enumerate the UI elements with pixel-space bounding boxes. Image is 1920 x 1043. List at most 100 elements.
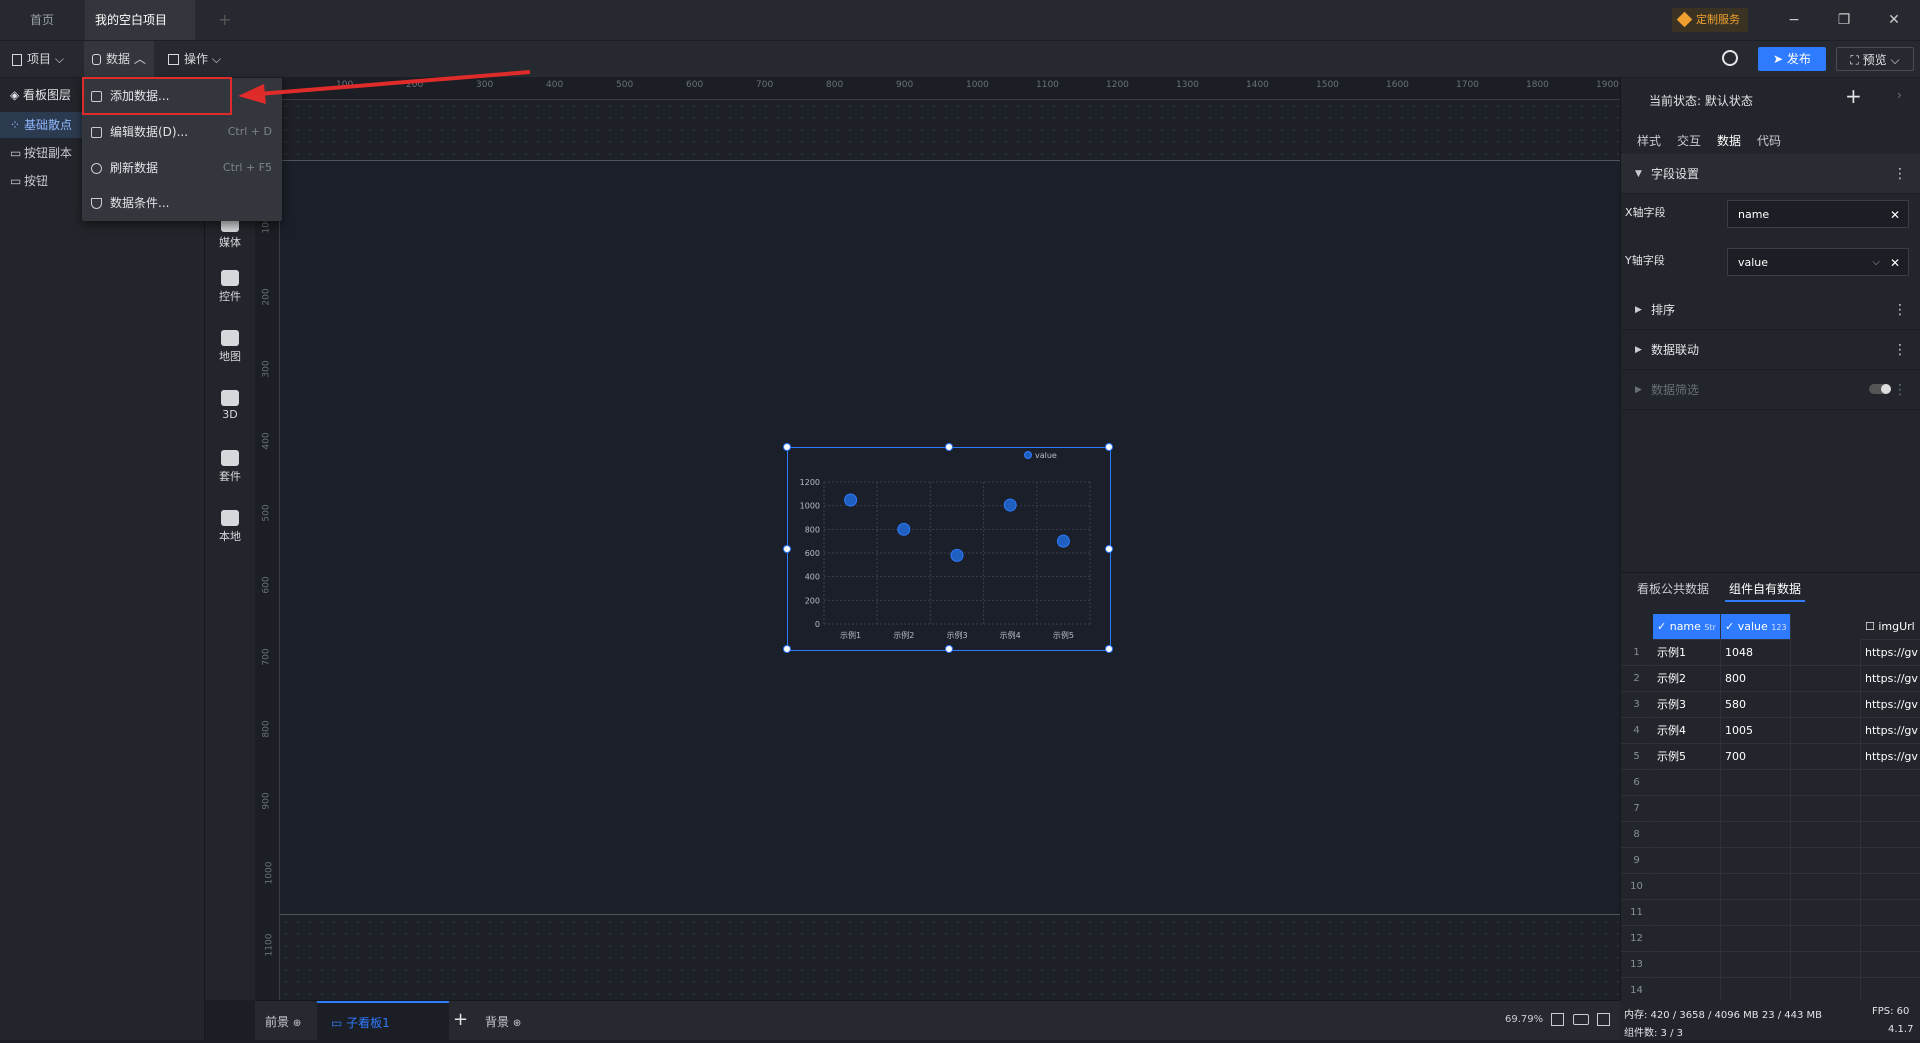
resize-handle[interactable] (783, 545, 791, 553)
resize-handle[interactable] (945, 645, 953, 653)
more-icon[interactable]: ⋮ (1893, 154, 1907, 194)
preview-button[interactable]: ⛶ 预览 ⌵ (1836, 47, 1914, 71)
grid-cell[interactable] (1721, 822, 1791, 848)
grid-cell[interactable]: https://gv (1861, 718, 1920, 744)
grid-cell[interactable] (1721, 926, 1791, 952)
add-circle-icon[interactable]: ⊕ (293, 1018, 301, 1029)
grid-cell[interactable]: 示例5 (1653, 744, 1721, 770)
grid-cell[interactable] (1791, 900, 1861, 926)
filter-section[interactable]: ▶ 数据筛选 ⋮ (1621, 370, 1920, 410)
grid-cell[interactable] (1791, 848, 1861, 874)
grid-cell[interactable]: https://gv (1861, 666, 1920, 692)
column-header-imgurl[interactable]: ☐ imgUrl (1861, 614, 1920, 640)
tab-home[interactable]: 首页 (20, 0, 64, 40)
grid-cell[interactable]: 1048 (1721, 640, 1791, 666)
custom-service-button[interactable]: 定制服务 (1672, 8, 1748, 32)
grid-cell[interactable]: 示例3 (1653, 692, 1721, 718)
grid-cell[interactable]: 示例1 (1653, 640, 1721, 666)
grid-cell[interactable] (1791, 796, 1861, 822)
chevron-right-icon[interactable]: › (1897, 88, 1902, 102)
clear-icon[interactable]: ✕ (1890, 249, 1900, 277)
resize-handle[interactable] (1105, 545, 1113, 553)
menu-data[interactable]: 数据 ︿ (84, 41, 154, 78)
background-tab[interactable]: 背景 ⊕ (485, 1013, 521, 1030)
add-state-button[interactable]: + (1845, 84, 1862, 108)
clear-icon[interactable]: ✕ (1890, 201, 1900, 229)
grid-cell[interactable] (1653, 926, 1721, 952)
grid-cell[interactable] (1721, 900, 1791, 926)
terminal-icon[interactable] (1597, 1013, 1610, 1026)
field-settings-section[interactable]: ▼ 字段设置 ⋮ (1621, 154, 1920, 194)
grid-cell[interactable] (1653, 952, 1721, 978)
resize-handle[interactable] (783, 645, 791, 653)
more-icon[interactable]: ⋮ (1893, 290, 1907, 330)
comp-kit[interactable]: 套件 (205, 450, 255, 484)
comp-control[interactable]: 控件 (205, 270, 255, 304)
grid-cell[interactable] (1721, 848, 1791, 874)
grid-cell[interactable] (1791, 952, 1861, 978)
close-button[interactable]: ✕ (1882, 8, 1906, 32)
grid-cell[interactable]: 580 (1721, 692, 1791, 718)
grid-cell[interactable] (1721, 770, 1791, 796)
grid-cell[interactable]: https://gv (1861, 640, 1920, 666)
column-header-name[interactable]: ✓ name Str (1653, 614, 1721, 640)
grid-cell[interactable] (1861, 900, 1920, 926)
grid-cell[interactable] (1861, 822, 1920, 848)
grid-cell[interactable]: 示例4 (1653, 718, 1721, 744)
grid-cell[interactable] (1791, 744, 1861, 770)
tab-style[interactable]: 样式 (1637, 126, 1661, 156)
grid-cell[interactable] (1653, 874, 1721, 900)
grid-cell[interactable]: 700 (1721, 744, 1791, 770)
tab-public-data[interactable]: 看板公共数据 (1637, 576, 1709, 602)
scatter-chart[interactable]: 0 200 400 600 800 1000 1200 示例1 示例2 示例3 示例4 示例5 valu… (783, 443, 1113, 653)
resize-handle[interactable] (945, 443, 953, 451)
grid-cell[interactable] (1861, 770, 1920, 796)
grid-cell[interactable] (1861, 848, 1920, 874)
comp-media[interactable]: 媒体 (205, 216, 255, 250)
add-tab-button[interactable]: + (208, 0, 241, 40)
grid-cell[interactable] (1791, 718, 1861, 744)
foreground-tab[interactable]: 前景 ⊕ (265, 1013, 301, 1030)
menu-edit-data[interactable]: 编辑数据(D)... Ctrl + D (82, 114, 282, 150)
grid-cell[interactable] (1653, 822, 1721, 848)
grid-cell[interactable]: 800 (1721, 666, 1791, 692)
filter-toggle[interactable] (1869, 384, 1891, 394)
resize-handle[interactable] (1105, 645, 1113, 653)
search-icon[interactable] (1722, 50, 1738, 66)
grid-cell[interactable] (1791, 770, 1861, 796)
grid-cell[interactable]: https://gv (1861, 692, 1920, 718)
grid-cell[interactable] (1721, 796, 1791, 822)
restore-button[interactable]: ❐ (1832, 8, 1856, 32)
tab-own-data[interactable]: 组件自有数据 (1725, 576, 1806, 602)
grid-cell[interactable] (1791, 822, 1861, 848)
resize-handle[interactable] (1105, 443, 1113, 451)
tab-code[interactable]: 代码 (1757, 126, 1781, 156)
grid-cell[interactable]: https://gv (1861, 744, 1920, 770)
add-board-button[interactable]: + (453, 1009, 468, 1030)
menu-operate[interactable]: 操作 ⌵ (168, 41, 221, 78)
grid-cell[interactable] (1861, 952, 1920, 978)
grid-cell[interactable] (1721, 952, 1791, 978)
grid-cell[interactable] (1791, 926, 1861, 952)
menu-project[interactable]: 项目 ⌵ (12, 41, 70, 78)
grid-cell[interactable]: 示例2 (1653, 666, 1721, 692)
tab-interaction[interactable]: 交互 (1677, 126, 1701, 156)
tab-project[interactable]: 我的空白项目 (85, 0, 195, 65)
zoom-level[interactable]: 69.79% (1505, 1014, 1543, 1025)
chevron-down-icon[interactable]: ⌵ (1872, 249, 1880, 277)
add-circle-icon[interactable]: ⊕ (513, 1018, 521, 1029)
sort-section[interactable]: ▶ 排序 ⋮ (1621, 290, 1920, 330)
grid-cell[interactable] (1861, 796, 1920, 822)
grid-cell[interactable] (1861, 926, 1920, 952)
grid-cell[interactable] (1791, 666, 1861, 692)
linkage-section[interactable]: ▶ 数据联动 ⋮ (1621, 330, 1920, 370)
grid-cell[interactable] (1653, 770, 1721, 796)
grid-cell[interactable] (1721, 874, 1791, 900)
publish-button[interactable]: ➤ 发布 (1758, 47, 1826, 71)
grid-cell[interactable] (1861, 874, 1920, 900)
column-header-value[interactable]: ✓ value 123 (1721, 614, 1791, 640)
more-icon[interactable]: ⋮ (1893, 370, 1907, 410)
x-field-input[interactable]: name ✕ (1727, 200, 1909, 228)
grid-cell[interactable] (1791, 692, 1861, 718)
resize-handle[interactable] (783, 443, 791, 451)
